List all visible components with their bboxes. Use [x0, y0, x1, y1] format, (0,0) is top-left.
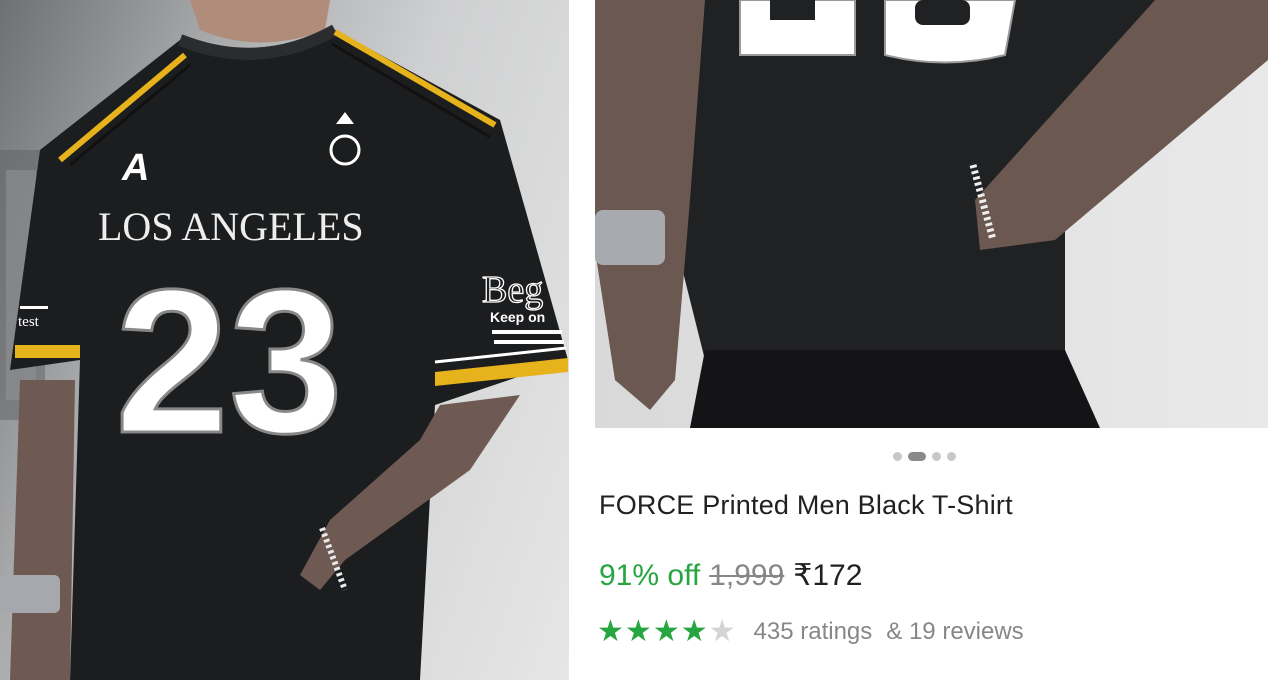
- star-icon: ★: [652, 615, 680, 648]
- carousel-dot-active[interactable]: [908, 451, 926, 461]
- product-image-main[interactable]: A LOS ANGELES 23 Beg Keep on test: [0, 0, 569, 680]
- original-price: 1,999: [709, 559, 785, 592]
- carousel-dot[interactable]: [932, 451, 941, 461]
- tshirt-front-illustration: A LOS ANGELES 23 Beg Keep on test: [0, 0, 568, 680]
- rating-row[interactable]: ★ ★ ★ ★ ★ 435 ratings & 19 reviews: [597, 617, 1024, 647]
- star-icon: ★: [624, 615, 652, 648]
- sleeve-word: Beg: [482, 269, 543, 311]
- star-rating: ★ ★ ★ ★ ★: [597, 617, 736, 647]
- star-icon: ★: [680, 615, 708, 648]
- tshirt-closeup-illustration: [595, 0, 1268, 428]
- discount-percent: 91% off: [599, 559, 701, 592]
- product-title: FORCE Printed Men Black T-Shirt: [599, 490, 1013, 520]
- left-sleeve-text: test: [18, 314, 40, 330]
- carousel-dot[interactable]: [893, 451, 902, 461]
- star-icon: ★: [708, 615, 736, 648]
- image-carousel-indicator: [893, 451, 956, 461]
- product-image-secondary[interactable]: [595, 0, 1268, 428]
- gallery-gap: [569, 0, 595, 680]
- ratings-count[interactable]: 435 ratings: [754, 618, 873, 646]
- reviews-count[interactable]: & 19 reviews: [886, 618, 1023, 646]
- shirt-logo: A: [121, 147, 149, 189]
- sleeve-tag: Keep on: [490, 309, 545, 325]
- star-icon: ★: [597, 615, 624, 648]
- price-row: 91% off 1,999 ₹172: [599, 558, 862, 593]
- carousel-dot[interactable]: [947, 451, 956, 461]
- shirt-city-text: LOS ANGELES: [98, 204, 364, 249]
- shirt-number: 23: [115, 247, 343, 476]
- selling-price: ₹172: [793, 559, 863, 592]
